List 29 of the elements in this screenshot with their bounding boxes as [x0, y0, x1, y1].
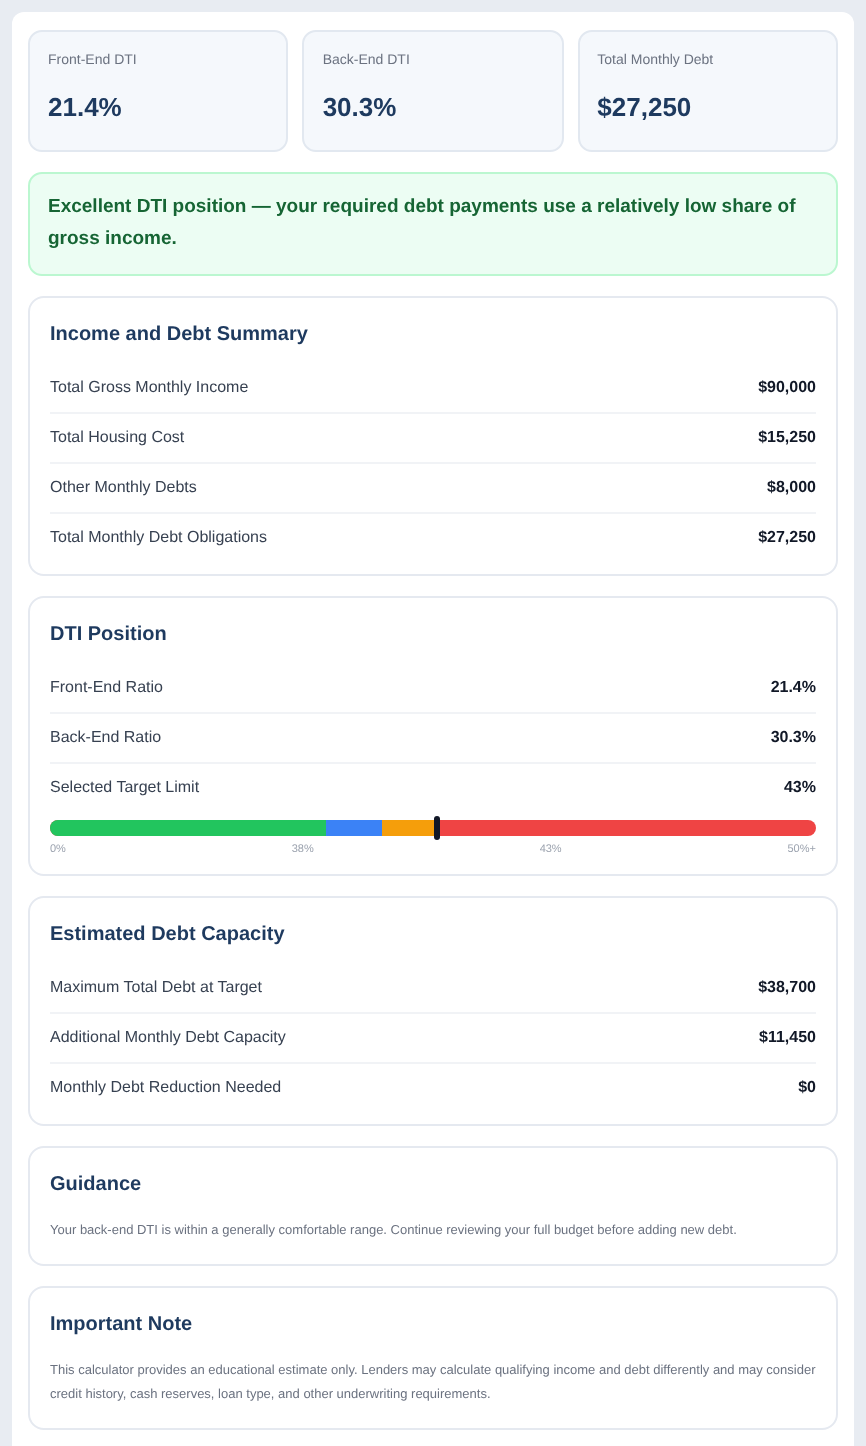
- row-label: Monthly Debt Reduction Needed: [50, 1076, 282, 1101]
- row-label: Back-End Ratio: [50, 726, 162, 750]
- row-label: Total Gross Monthly Income: [50, 376, 249, 400]
- row-value: 43%: [783, 776, 816, 800]
- section-title: DTI Position: [50, 622, 169, 650]
- section-title: Guidance: [50, 1172, 144, 1201]
- section-title: Estimated Debt Capacity: [50, 922, 287, 951]
- row-label: Maximum Total Debt at Target: [50, 976, 262, 1001]
- row-value: $0: [798, 1076, 816, 1101]
- section-title: Important Note: [50, 1312, 195, 1341]
- status-alert: Excellent DTI position — your required debt payments use a relatively low share of gross income.: [28, 172, 838, 276]
- row-value: $15,250: [758, 426, 816, 450]
- row-value: $90,000: [758, 376, 816, 400]
- row-value: $8,000: [767, 476, 816, 500]
- row-label: Selected Target Limit: [50, 776, 200, 800]
- stat-value: 30.3%: [322, 89, 399, 125]
- row-label: Total Housing Cost: [50, 426, 185, 450]
- row-value: 30.3%: [770, 726, 816, 750]
- stat-value: 21.4%: [48, 89, 124, 125]
- stat-value: $27,250: [597, 89, 694, 125]
- row-label: Total Monthly Debt Obligations: [50, 526, 267, 550]
- row-value: $27,250: [758, 526, 816, 550]
- row-label: Front-End Ratio: [50, 676, 163, 700]
- row-label: Other Monthly Debts: [50, 476, 197, 500]
- row-value: $11,450: [759, 1026, 816, 1051]
- section-title: Income and Debt Summary: [50, 322, 310, 350]
- row-value: 21.4%: [770, 676, 816, 700]
- row-value: $38,700: [758, 976, 816, 1001]
- row-label: Additional Monthly Debt Capacity: [50, 1026, 286, 1051]
